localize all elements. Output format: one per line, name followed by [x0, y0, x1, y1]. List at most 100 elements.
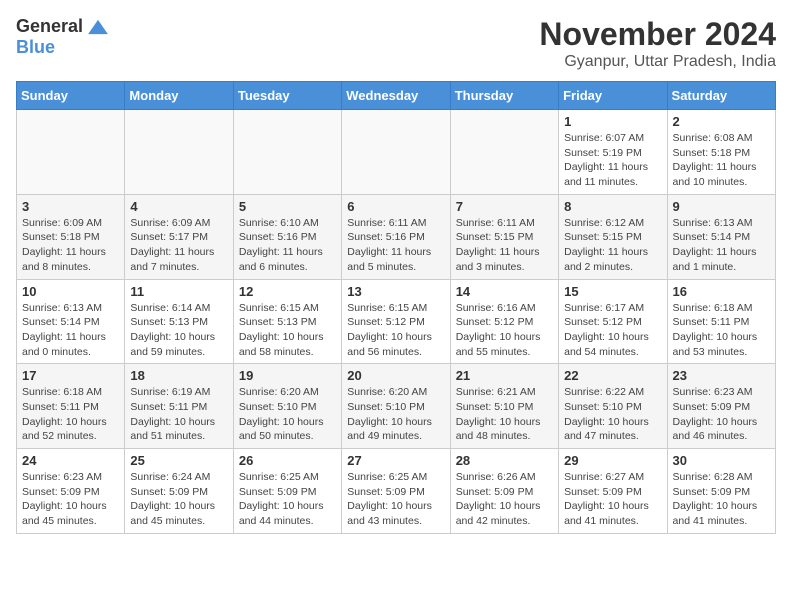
- calendar-cell: 20 Sunrise: 6:20 AM Sunset: 5:10 PM Dayli…: [342, 364, 450, 449]
- day-number: 27: [347, 453, 444, 468]
- day-number: 3: [22, 199, 119, 214]
- calendar-cell: 9 Sunrise: 6:13 AM Sunset: 5:14 PM Daylig…: [667, 194, 775, 279]
- day-number: 17: [22, 368, 119, 383]
- logo-text: General Blue: [16, 16, 109, 58]
- day-info: Sunrise: 6:21 AM Sunset: 5:10 PM Dayligh…: [456, 385, 553, 444]
- day-number: 16: [673, 284, 770, 299]
- calendar-cell: 7Sunrise: 6:11 AM Sunset: 5:15 PM Daylig…: [450, 194, 558, 279]
- day-number: 4: [130, 199, 227, 214]
- calendar-week-row: 1 Sunrise: 6:07 AM Sunset: 5:19 PM Daylig…: [17, 110, 776, 195]
- calendar-cell: [342, 110, 450, 195]
- day-number: 13: [347, 284, 444, 299]
- day-info: Sunrise: 6:18 AM Sunset: 5:11 PM Dayligh…: [673, 301, 770, 360]
- day-number: 14: [456, 284, 553, 299]
- day-info: Sunrise: 6:10 AM Sunset: 5:16 PM Dayligh…: [239, 216, 336, 275]
- calendar-week-row: 24 Sunrise: 6:23 AM Sunset: 5:09 PM Dayli…: [17, 449, 776, 534]
- day-number: 2: [673, 114, 770, 129]
- day-info: Sunrise: 6:23 AM Sunset: 5:09 PM Dayligh…: [673, 385, 770, 444]
- calendar-cell: 3 Sunrise: 6:09 AM Sunset: 5:18 PM Daylig…: [17, 194, 125, 279]
- calendar-cell: 17 Sunrise: 6:18 AM Sunset: 5:11 PM Dayli…: [17, 364, 125, 449]
- weekday-header: Monday: [125, 82, 233, 110]
- day-number: 26: [239, 453, 336, 468]
- calendar-cell: 29 Sunrise: 6:27 AM Sunset: 5:09 PM Dayli…: [559, 449, 667, 534]
- calendar-cell: 14Sunrise: 6:16 AM Sunset: 5:12 PM Dayli…: [450, 279, 558, 364]
- calendar-cell: [125, 110, 233, 195]
- day-info: Sunrise: 6:26 AM Sunset: 5:09 PM Dayligh…: [456, 470, 553, 529]
- day-info: Sunrise: 6:12 AM Sunset: 5:15 PM Dayligh…: [564, 216, 661, 275]
- calendar-cell: 16 Sunrise: 6:18 AM Sunset: 5:11 PM Dayli…: [667, 279, 775, 364]
- day-info: Sunrise: 6:11 AM Sunset: 5:16 PM Dayligh…: [347, 216, 444, 275]
- calendar-cell: 30 Sunrise: 6:28 AM Sunset: 5:09 PM Dayli…: [667, 449, 775, 534]
- day-number: 11: [130, 284, 227, 299]
- calendar-cell: 22Sunrise: 6:22 AM Sunset: 5:10 PM Dayli…: [559, 364, 667, 449]
- day-number: 20: [347, 368, 444, 383]
- weekday-header: Sunday: [17, 82, 125, 110]
- day-info: Sunrise: 6:27 AM Sunset: 5:09 PM Dayligh…: [564, 470, 661, 529]
- day-number: 6: [347, 199, 444, 214]
- day-info: Sunrise: 6:15 AM Sunset: 5:13 PM Dayligh…: [239, 301, 336, 360]
- day-info: Sunrise: 6:13 AM Sunset: 5:14 PM Dayligh…: [22, 301, 119, 360]
- day-number: 25: [130, 453, 227, 468]
- calendar-cell: 10 Sunrise: 6:13 AM Sunset: 5:14 PM Dayli…: [17, 279, 125, 364]
- calendar-cell: [450, 110, 558, 195]
- calendar-cell: 24 Sunrise: 6:23 AM Sunset: 5:09 PM Dayli…: [17, 449, 125, 534]
- day-info: Sunrise: 6:25 AM Sunset: 5:09 PM Dayligh…: [239, 470, 336, 529]
- calendar-cell: 5 Sunrise: 6:10 AM Sunset: 5:16 PM Daylig…: [233, 194, 341, 279]
- calendar-cell: 1 Sunrise: 6:07 AM Sunset: 5:19 PM Daylig…: [559, 110, 667, 195]
- day-number: 24: [22, 453, 119, 468]
- day-number: 1: [564, 114, 661, 129]
- day-info: Sunrise: 6:07 AM Sunset: 5:19 PM Dayligh…: [564, 131, 661, 190]
- calendar-cell: [17, 110, 125, 195]
- location-subtitle: Gyanpur, Uttar Pradesh, India: [539, 53, 776, 71]
- day-info: Sunrise: 6:18 AM Sunset: 5:11 PM Dayligh…: [22, 385, 119, 444]
- month-title: November 2024: [539, 16, 776, 53]
- day-info: Sunrise: 6:23 AM Sunset: 5:09 PM Dayligh…: [22, 470, 119, 529]
- day-number: 28: [456, 453, 553, 468]
- calendar-week-row: 3 Sunrise: 6:09 AM Sunset: 5:18 PM Daylig…: [17, 194, 776, 279]
- logo: General Blue: [16, 16, 109, 58]
- day-number: 30: [673, 453, 770, 468]
- day-number: 29: [564, 453, 661, 468]
- day-info: Sunrise: 6:24 AM Sunset: 5:09 PM Dayligh…: [130, 470, 227, 529]
- day-info: Sunrise: 6:25 AM Sunset: 5:09 PM Dayligh…: [347, 470, 444, 529]
- title-section: November 2024 Gyanpur, Uttar Pradesh, In…: [539, 16, 776, 71]
- day-number: 12: [239, 284, 336, 299]
- day-info: Sunrise: 6:19 AM Sunset: 5:11 PM Dayligh…: [130, 385, 227, 444]
- calendar-cell: 4Sunrise: 6:09 AM Sunset: 5:17 PM Daylig…: [125, 194, 233, 279]
- day-number: 21: [456, 368, 553, 383]
- calendar-cell: [233, 110, 341, 195]
- day-info: Sunrise: 6:28 AM Sunset: 5:09 PM Dayligh…: [673, 470, 770, 529]
- day-number: 23: [673, 368, 770, 383]
- calendar-table: SundayMondayTuesdayWednesdayThursdayFrid…: [16, 81, 776, 534]
- day-number: 5: [239, 199, 336, 214]
- calendar-cell: 12 Sunrise: 6:15 AM Sunset: 5:13 PM Dayli…: [233, 279, 341, 364]
- weekday-header: Saturday: [667, 82, 775, 110]
- day-number: 15: [564, 284, 661, 299]
- weekday-header: Tuesday: [233, 82, 341, 110]
- day-info: Sunrise: 6:20 AM Sunset: 5:10 PM Dayligh…: [347, 385, 444, 444]
- calendar-cell: 2 Sunrise: 6:08 AM Sunset: 5:18 PM Daylig…: [667, 110, 775, 195]
- calendar-cell: 21 Sunrise: 6:21 AM Sunset: 5:10 PM Dayli…: [450, 364, 558, 449]
- calendar-cell: 26 Sunrise: 6:25 AM Sunset: 5:09 PM Dayli…: [233, 449, 341, 534]
- calendar-cell: 28 Sunrise: 6:26 AM Sunset: 5:09 PM Dayli…: [450, 449, 558, 534]
- calendar-cell: 15Sunrise: 6:17 AM Sunset: 5:12 PM Dayli…: [559, 279, 667, 364]
- day-number: 9: [673, 199, 770, 214]
- calendar-cell: 11Sunrise: 6:14 AM Sunset: 5:13 PM Dayli…: [125, 279, 233, 364]
- day-info: Sunrise: 6:09 AM Sunset: 5:18 PM Dayligh…: [22, 216, 119, 275]
- calendar-header-row: SundayMondayTuesdayWednesdayThursdayFrid…: [17, 82, 776, 110]
- calendar-cell: 27 Sunrise: 6:25 AM Sunset: 5:09 PM Dayli…: [342, 449, 450, 534]
- calendar-week-row: 10 Sunrise: 6:13 AM Sunset: 5:14 PM Dayli…: [17, 279, 776, 364]
- day-number: 19: [239, 368, 336, 383]
- day-info: Sunrise: 6:08 AM Sunset: 5:18 PM Dayligh…: [673, 131, 770, 190]
- calendar-cell: 25 Sunrise: 6:24 AM Sunset: 5:09 PM Dayli…: [125, 449, 233, 534]
- calendar-cell: 6 Sunrise: 6:11 AM Sunset: 5:16 PM Daylig…: [342, 194, 450, 279]
- day-number: 10: [22, 284, 119, 299]
- calendar-cell: 8Sunrise: 6:12 AM Sunset: 5:15 PM Daylig…: [559, 194, 667, 279]
- day-info: Sunrise: 6:13 AM Sunset: 5:14 PM Dayligh…: [673, 216, 770, 275]
- day-info: Sunrise: 6:15 AM Sunset: 5:12 PM Dayligh…: [347, 301, 444, 360]
- calendar-week-row: 17 Sunrise: 6:18 AM Sunset: 5:11 PM Dayli…: [17, 364, 776, 449]
- day-info: Sunrise: 6:22 AM Sunset: 5:10 PM Dayligh…: [564, 385, 661, 444]
- day-info: Sunrise: 6:11 AM Sunset: 5:15 PM Dayligh…: [456, 216, 553, 275]
- weekday-header: Wednesday: [342, 82, 450, 110]
- day-number: 18: [130, 368, 227, 383]
